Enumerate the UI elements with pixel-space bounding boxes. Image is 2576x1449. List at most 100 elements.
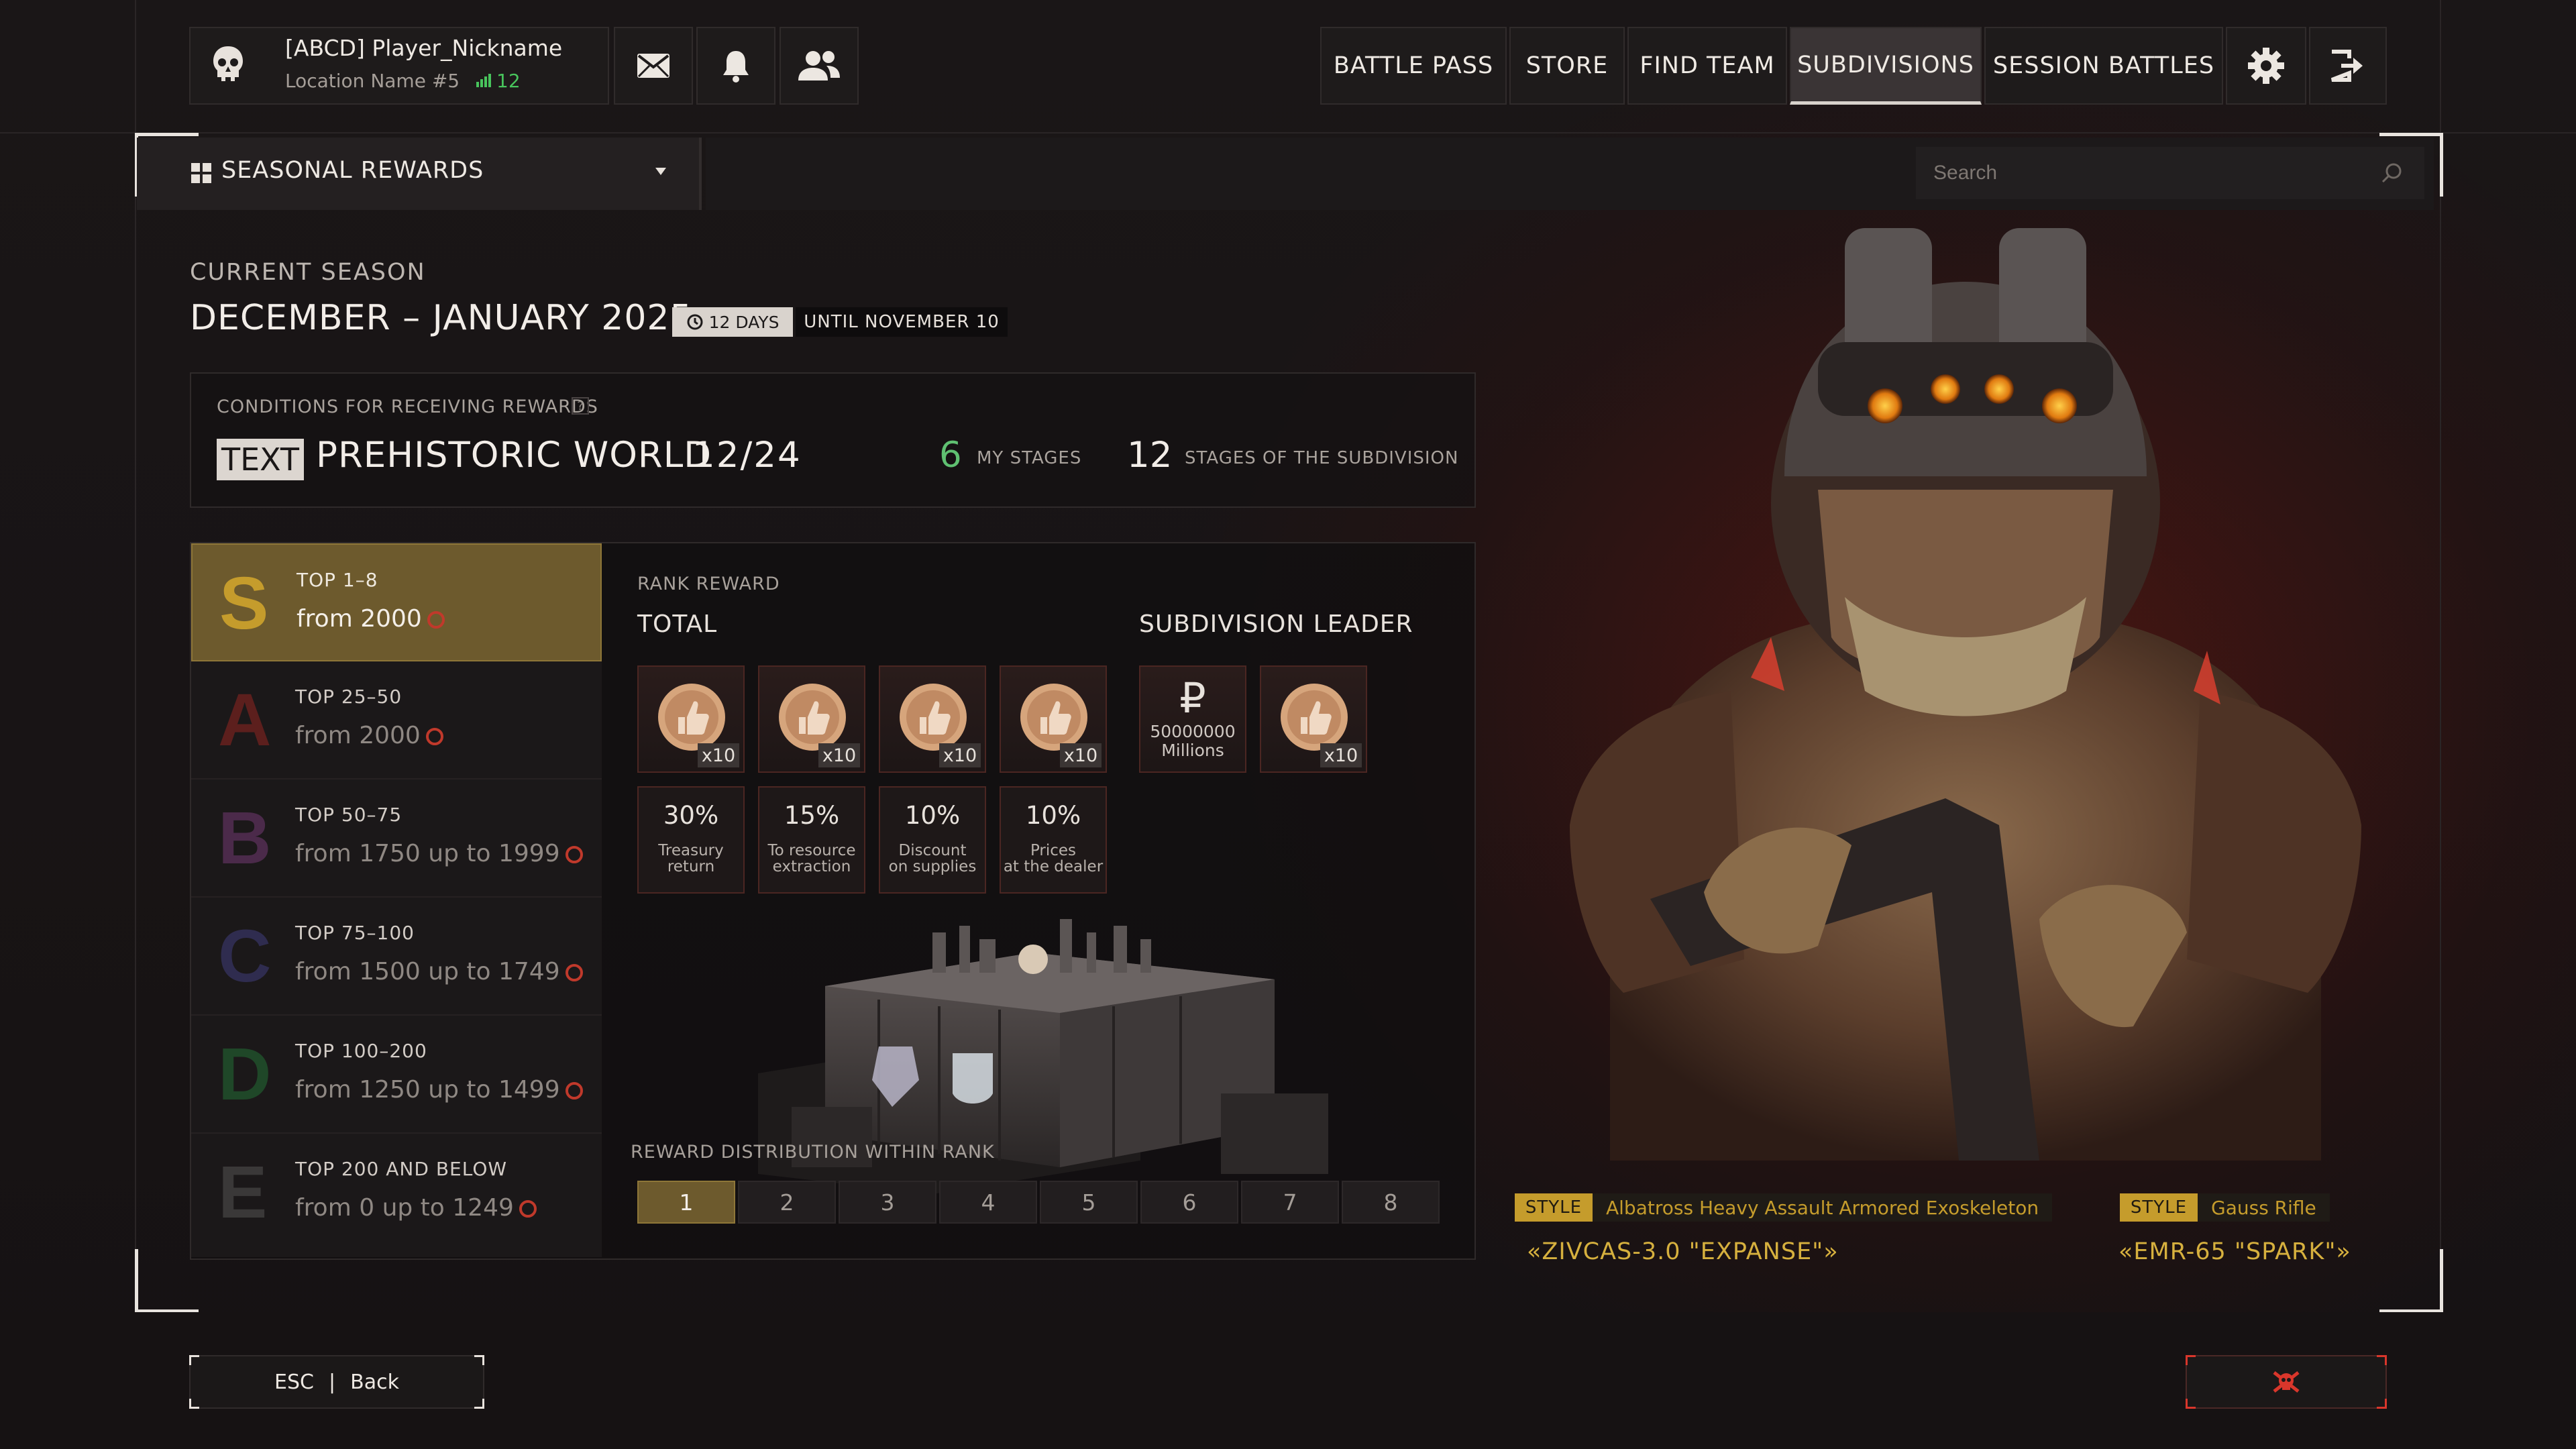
quantity-tag: x10	[1060, 743, 1102, 767]
coin-icon	[565, 846, 583, 863]
reward-item[interactable]: x10	[637, 665, 745, 773]
perk-value: 30%	[663, 801, 719, 830]
reward-item[interactable]: x10	[879, 665, 986, 773]
perk-value: 10%	[904, 801, 961, 830]
style-title: «ZIVCAS-3.0 "EXPANSE"»	[1527, 1238, 1839, 1265]
rank-from: from 2000	[297, 605, 445, 633]
distribution-tab[interactable]: 5	[1040, 1181, 1138, 1224]
back-button[interactable]: ESC | Back	[189, 1355, 484, 1409]
ruble-icon: ₽	[1179, 676, 1206, 722]
settings-button[interactable]	[2226, 27, 2306, 105]
distribution-tab[interactable]: 6	[1140, 1181, 1238, 1224]
rank-top: TOP 50–75	[295, 804, 402, 826]
signal-icon	[476, 74, 491, 87]
esc-key-label: ESC	[274, 1370, 314, 1394]
rank-row-a[interactable]: A TOP 25–50 from 2000	[191, 661, 602, 780]
bracket	[2186, 1355, 2196, 1365]
rank-letter: D	[218, 1033, 272, 1116]
clock-icon	[687, 314, 703, 330]
nav-subdivisions[interactable]: SUBDIVISIONS	[1790, 27, 1982, 105]
rank-row-b[interactable]: B TOP 50–75 from 1750 up to 1999	[191, 780, 602, 898]
distribution-tab[interactable]: 1	[637, 1181, 735, 1224]
rank-top: TOP 25–50	[295, 686, 402, 708]
perk-label: Treasury return	[658, 842, 724, 875]
style-name: Gauss Rifle	[2198, 1193, 2330, 1222]
distribution-tab[interactable]: 4	[939, 1181, 1037, 1224]
rank-row-c[interactable]: C TOP 75–100 from 1500 up to 1749	[191, 898, 602, 1016]
nav-store[interactable]: STORE	[1509, 27, 1625, 105]
until-badge: UNTIL NOVEMBER 10	[796, 307, 1008, 337]
logout-button[interactable]	[2309, 27, 2387, 105]
search-icon[interactable]	[2380, 161, 2404, 185]
soldier-character-image	[1570, 228, 2361, 1161]
coin-icon	[565, 1082, 583, 1099]
rank-letter: A	[218, 679, 272, 761]
perk-dealer: 10% Prices at the dealer	[1000, 786, 1107, 894]
coin-icon	[519, 1200, 537, 1218]
nav-session-battles[interactable]: SESSION BATTLES	[1984, 27, 2223, 105]
friends-button[interactable]	[780, 27, 859, 105]
distribution-tab[interactable]: 3	[839, 1181, 936, 1224]
skull-crossbones-icon	[2273, 1371, 2300, 1393]
season-label: CURRENT SEASON	[190, 259, 426, 286]
money-value: 50000000	[1150, 722, 1236, 741]
quantity-tag: x10	[939, 743, 981, 767]
my-stages-value: 6	[939, 435, 962, 476]
bracket	[474, 1355, 484, 1365]
rank-from: from 0 up to 1249	[295, 1194, 537, 1222]
leader-item-reward[interactable]: x10	[1260, 665, 1367, 773]
distribution-tab[interactable]: 8	[1342, 1181, 1440, 1224]
mail-icon	[637, 54, 669, 78]
perk-value: 15%	[784, 801, 840, 830]
rank-from: from 1250 up to 1499	[295, 1076, 583, 1104]
perk-discount: 10% Discount on supplies	[879, 786, 986, 894]
player-location: Location Name #5	[285, 70, 460, 92]
search-input[interactable]	[1916, 147, 2424, 199]
gear-icon	[2248, 48, 2284, 84]
nav-battle-pass[interactable]: BATTLE PASS	[1320, 27, 1507, 105]
rank-row-s[interactable]: S TOP 1–8 from 2000	[191, 543, 602, 661]
quantity-tag: x10	[1320, 743, 1362, 767]
logout-icon	[2330, 50, 2363, 82]
distribution-label: REWARD DISTRIBUTION WITHIN RANK	[631, 1142, 995, 1163]
coin-icon	[425, 728, 443, 745]
season-title: DECEMBER – JANUARY 2025	[190, 298, 693, 338]
distribution-tab[interactable]: 2	[738, 1181, 836, 1224]
total-label: TOTAL	[637, 610, 718, 638]
style-tag: STYLE	[2120, 1193, 2198, 1222]
notifications-button[interactable]	[696, 27, 775, 105]
bracket	[189, 1399, 199, 1409]
reward-item[interactable]: x10	[758, 665, 865, 773]
dropdown-label: SEASONAL REWARDS	[221, 157, 484, 184]
subdivision-leader-label: SUBDIVISION LEADER	[1139, 610, 1413, 638]
bracket	[2377, 1399, 2387, 1409]
leader-money-reward[interactable]: ₽ 50000000 Millions	[1139, 665, 1246, 773]
skull-crossbones-button[interactable]	[2186, 1355, 2387, 1409]
perk-label: To resource extraction	[767, 842, 856, 875]
player-level: 12	[496, 70, 521, 92]
rank-top: TOP 100–200	[295, 1040, 427, 1062]
rank-row-d[interactable]: D TOP 100–200 from 1250 up to 1499	[191, 1016, 602, 1134]
subdivision-stages-value: 12	[1127, 435, 1173, 476]
corner-bottom-left	[135, 1249, 199, 1313]
rank-top: TOP 200 AND BELOW	[295, 1158, 508, 1180]
corner-bottom-right	[2379, 1249, 2443, 1313]
rank-letter: B	[218, 797, 272, 879]
distribution-tab[interactable]: 7	[1241, 1181, 1339, 1224]
nav-find-team[interactable]: FIND TEAM	[1627, 27, 1787, 105]
rank-row-e[interactable]: E TOP 200 AND BELOW from 0 up to 1249	[191, 1134, 602, 1257]
coin-icon	[565, 964, 583, 981]
help-icon[interactable]: ?	[572, 397, 589, 415]
rank-from: from 1500 up to 1749	[295, 958, 583, 985]
coin-icon	[427, 611, 445, 629]
frame-line-right	[2440, 0, 2441, 1449]
subdivision-stages-label: STAGES OF THE SUBDIVISION	[1185, 448, 1459, 468]
days-left-text: 12 DAYS	[708, 312, 780, 332]
money-unit: Millions	[1161, 741, 1224, 760]
reward-item[interactable]: x10	[1000, 665, 1107, 773]
perk-label: Discount on supplies	[888, 842, 977, 875]
quantity-tag: x10	[698, 743, 739, 767]
frame-line-left	[135, 0, 136, 1449]
style-name: Albatross Heavy Assault Armored Exoskele…	[1593, 1193, 2053, 1222]
mail-button[interactable]	[614, 27, 693, 105]
